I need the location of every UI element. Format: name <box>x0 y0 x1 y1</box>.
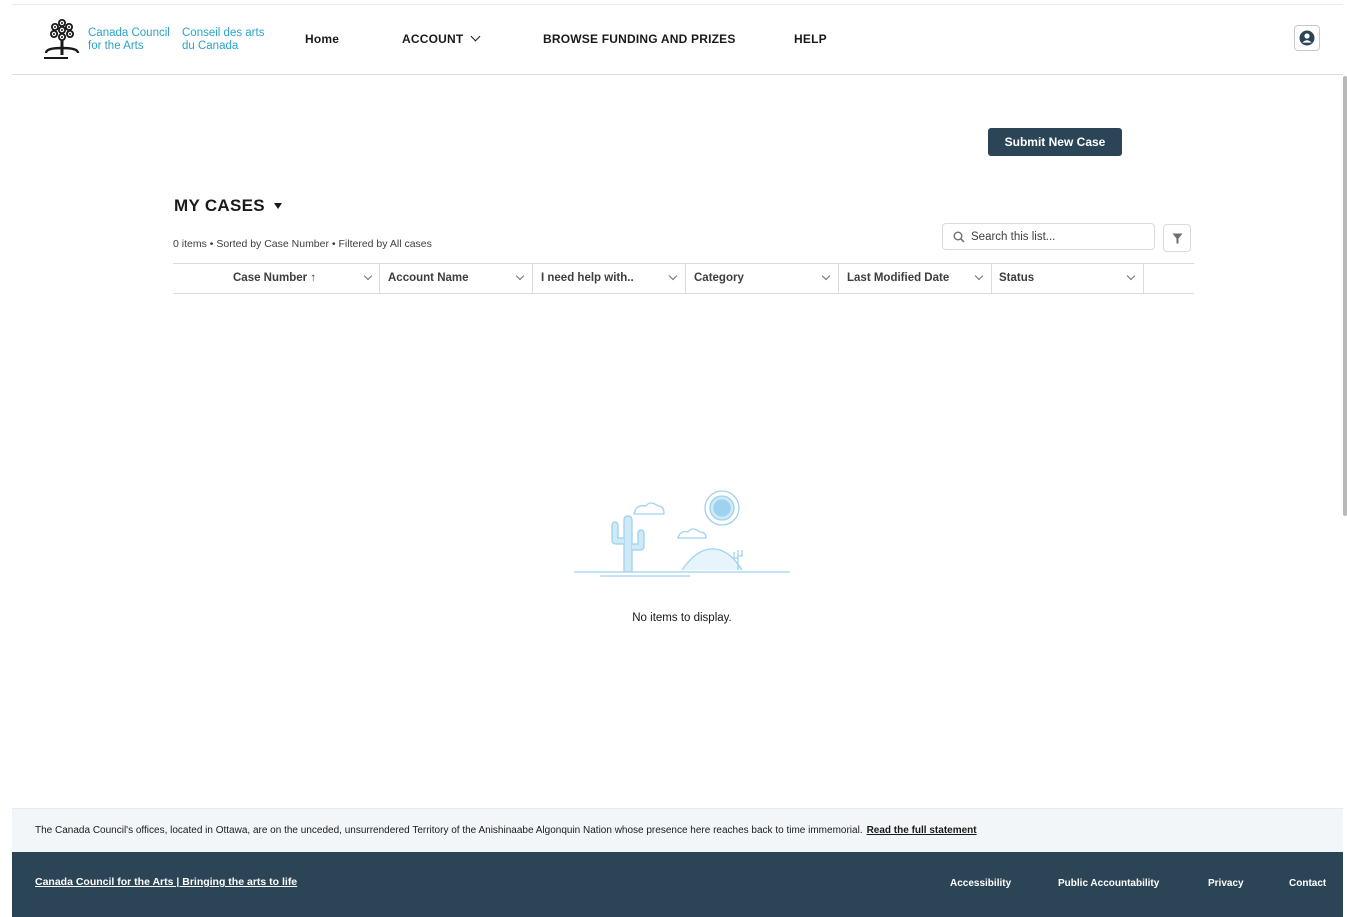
land-acknowledgement-text: The Canada Council's offices, located in… <box>35 825 863 836</box>
footer-link-privacy[interactable]: Privacy <box>1208 878 1244 889</box>
column-header-help-with[interactable]: I need help with.. <box>533 264 686 294</box>
page-scrollbar[interactable] <box>1343 0 1347 917</box>
chevron-down-icon[interactable] <box>515 271 525 281</box>
brand-logo[interactable]: Canada Council for the Arts Conseil des … <box>42 17 282 63</box>
chevron-down-icon[interactable] <box>821 271 831 281</box>
footer-link-contact[interactable]: Contact <box>1289 878 1326 889</box>
search-input[interactable] <box>971 228 1141 246</box>
land-acknowledgement-bar: The Canada Council's offices, located in… <box>12 808 1343 852</box>
nav-browse-funding[interactable]: BROWSE FUNDING AND PRIZES <box>543 32 736 46</box>
chevron-down-icon[interactable] <box>974 271 984 281</box>
column-label: Last Modified Date <box>847 272 950 284</box>
footer-link-public-accountability[interactable]: Public Accountability <box>1058 878 1159 889</box>
caret-down-icon <box>273 203 282 209</box>
column-header-account-name[interactable]: Account Name <box>380 264 533 294</box>
submit-new-case-button[interactable]: Submit New Case <box>988 128 1122 156</box>
search-icon <box>953 231 965 243</box>
chevron-down-icon[interactable] <box>668 271 678 281</box>
list-search[interactable] <box>942 223 1155 250</box>
site-footer: Canada Council for the Arts | Bringing t… <box>12 852 1343 917</box>
user-menu-button[interactable] <box>1294 25 1320 51</box>
scrollbar-thumb[interactable] <box>1343 76 1347 516</box>
chevron-down-icon <box>470 31 481 42</box>
brand-name-en-line1: Canada Council <box>88 27 170 39</box>
user-avatar-icon <box>1299 30 1315 46</box>
column-header-category[interactable]: Category <box>686 264 839 294</box>
land-acknowledgement: The Canada Council's offices, located in… <box>35 825 977 836</box>
nav-account[interactable]: ACCOUNT <box>402 31 481 46</box>
read-full-statement-link[interactable]: Read the full statement <box>867 825 977 836</box>
site-header: Canada Council for the Arts Conseil des … <box>12 4 1343 75</box>
tree-logo-icon <box>44 19 80 59</box>
nav-account-label: ACCOUNT <box>402 32 464 46</box>
window-edge <box>0 0 12 917</box>
footer-link-accessibility[interactable]: Accessibility <box>950 878 1011 889</box>
page: Canada Council for the Arts Conseil des … <box>0 0 1347 917</box>
column-header-status[interactable]: Status <box>992 264 1144 294</box>
column-header-last-modified[interactable]: Last Modified Date <box>839 264 992 294</box>
column-label: I need help with.. <box>541 272 634 284</box>
column-label: Case Number ↑ <box>233 272 317 284</box>
list-meta-info: 0 items • Sorted by Case Number • Filter… <box>173 238 432 250</box>
empty-state-message: No items to display. <box>632 612 732 624</box>
column-label: Account Name <box>388 272 469 284</box>
column-label: Status <box>999 272 1035 284</box>
nav-help[interactable]: HELP <box>794 32 827 46</box>
brand-name-fr-line1: Conseil des arts <box>182 27 265 39</box>
chevron-down-icon[interactable] <box>1126 271 1136 281</box>
brand-name-fr: Conseil des arts du Canada <box>182 27 264 53</box>
brand-name-en-line2: for the Arts <box>88 40 144 52</box>
brand-name-fr-line2: du Canada <box>182 40 239 52</box>
filter-button[interactable] <box>1163 224 1191 252</box>
column-label: Category <box>694 272 744 284</box>
nav-home[interactable]: Home <box>305 32 339 46</box>
list-title: MY CASES <box>174 196 265 215</box>
chevron-down-icon[interactable] <box>363 271 373 281</box>
brand-name-en: Canada Council for the Arts <box>88 27 170 53</box>
list-view-selector[interactable]: MY CASES <box>174 196 282 216</box>
filter-icon <box>1172 233 1183 244</box>
empty-desert-illustration-icon <box>574 490 790 577</box>
cases-table-header: Case Number ↑ Account Name I need help w… <box>173 263 1194 294</box>
footer-brand-link[interactable]: Canada Council for the Arts | Bringing t… <box>35 876 297 888</box>
column-header-case-number[interactable]: Case Number ↑ <box>173 264 380 294</box>
